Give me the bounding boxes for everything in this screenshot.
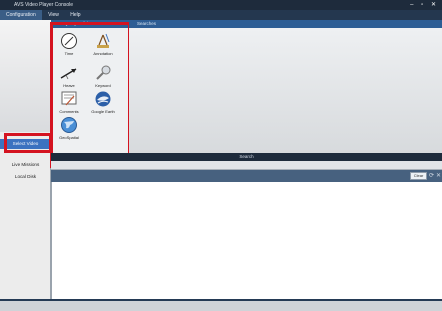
query-builders-highlight-box <box>50 22 131 168</box>
menu-help[interactable]: Help <box>65 10 85 20</box>
app-window: AVS Video Player Console – ▫ ✕ Configura… <box>0 0 442 311</box>
menu-view[interactable]: View <box>43 10 64 20</box>
menu-configuration[interactable]: Configuration <box>0 10 42 20</box>
close-icon[interactable]: ✕ <box>435 172 442 180</box>
sidebar-item-live-missions[interactable]: Live Missions <box>0 160 51 170</box>
sidebar-top-area <box>0 20 51 132</box>
results-header: Clear ⟳ ✕ <box>51 170 442 182</box>
clear-button[interactable]: Clear <box>410 172 427 180</box>
window-title: AVS Video Player Console <box>14 2 74 8</box>
refresh-icon[interactable]: ⟳ <box>428 172 435 180</box>
sidebar-highlight-box <box>4 133 52 153</box>
results-body[interactable] <box>51 182 442 299</box>
status-bar <box>0 299 442 311</box>
searches-header: Searches <box>129 20 442 28</box>
title-bar: AVS Video Player Console – ▫ ✕ <box>0 0 442 10</box>
sidebar-item-local-disk[interactable]: Local Disk <box>0 172 51 182</box>
search-bar[interactable]: Search <box>51 153 442 161</box>
sidebar: Select Video Live Missions Local Disk <box>0 20 51 303</box>
window-controls[interactable]: – ▫ ✕ <box>410 0 439 10</box>
searches-panel: Searches <box>129 20 442 153</box>
searches-body[interactable] <box>129 28 442 153</box>
menu-bar: Configuration View Help <box>0 10 442 20</box>
results-toolbar <box>51 161 442 170</box>
search-bar-label: Search <box>239 154 254 159</box>
